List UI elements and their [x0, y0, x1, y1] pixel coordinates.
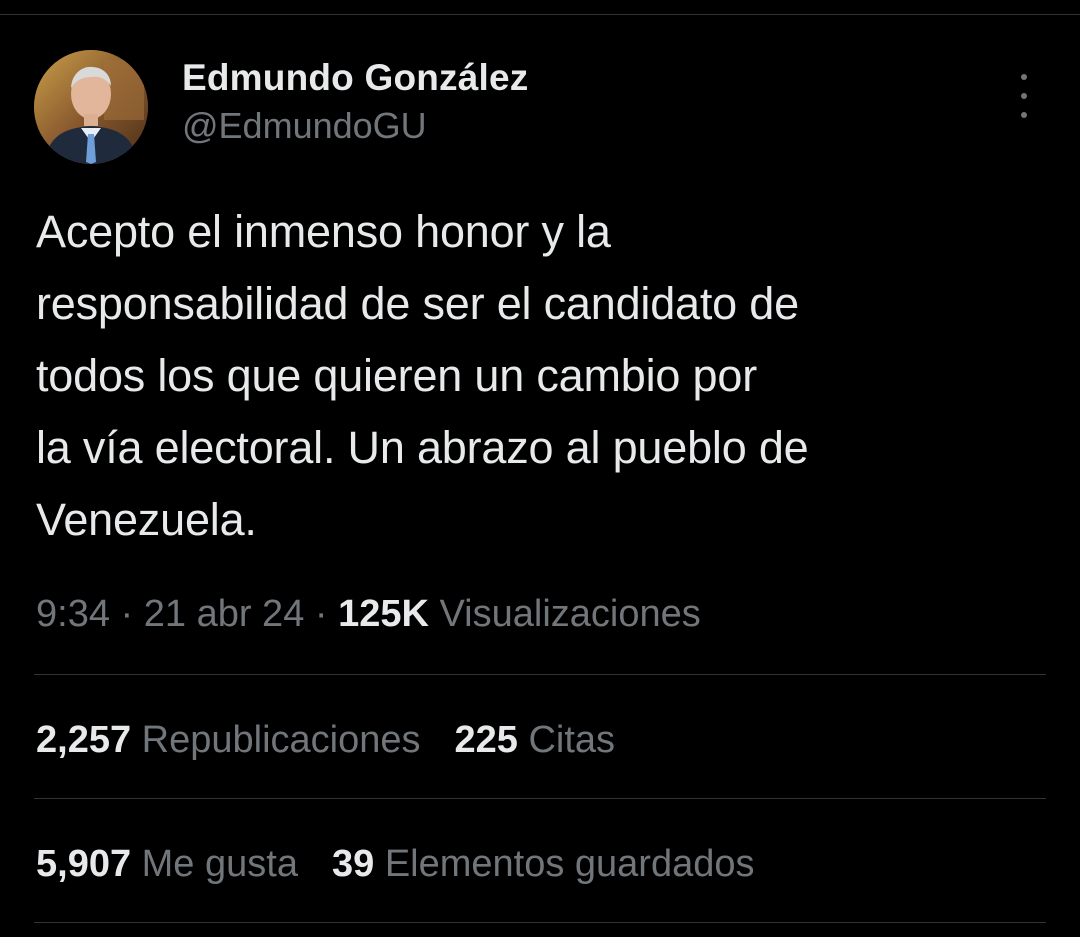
likes-stat[interactable]: 5,907 Me gusta — [36, 843, 298, 885]
quotes-count: 225 — [454, 719, 518, 761]
likes-count: 5,907 — [36, 843, 132, 885]
bookmarks-label: Elementos guardados — [384, 843, 755, 885]
bookmarks-stat[interactable]: 39 Elementos guardados — [332, 843, 755, 885]
likes-label: Me gusta — [141, 843, 298, 885]
stats-row-reposts: 2,257 Republicaciones 225 Citas — [36, 714, 649, 766]
user-info: Edmundo González @EdmundoGU — [182, 54, 528, 150]
more-options-icon[interactable] — [1012, 74, 1036, 118]
tweet-text-line: Acepto el inmenso honor y la — [36, 206, 611, 257]
profile-photo-image — [34, 50, 148, 164]
tweet-text: Acepto el inmenso honor y la responsabil… — [36, 196, 1046, 556]
top-divider — [0, 14, 1080, 15]
dot — [1021, 112, 1027, 118]
meta-separator: · — [304, 593, 339, 635]
tweet-text-line: la vía electoral. Un abrazo al pueblo de — [36, 422, 809, 473]
tweet-meta: 9:34 · 21 abr 24 · 125K Visualizaciones — [36, 588, 701, 640]
tweet-date[interactable]: 21 abr 24 — [144, 593, 305, 635]
tweet-header: Edmundo González @EdmundoGU — [34, 50, 1046, 166]
tweet-time[interactable]: 9:34 — [36, 593, 110, 635]
tweet-text-line: Venezuela. — [36, 494, 257, 545]
avatar[interactable] — [34, 50, 148, 164]
dot — [1021, 93, 1027, 99]
quotes-stat[interactable]: 225 Citas — [455, 719, 616, 761]
reposts-stat[interactable]: 2,257 Republicaciones — [36, 719, 421, 761]
dot — [1021, 74, 1027, 80]
divider — [34, 674, 1046, 675]
quotes-label: Citas — [528, 719, 616, 761]
views-label: Visualizaciones — [439, 593, 701, 635]
user-handle[interactable]: @EdmundoGU — [182, 102, 528, 150]
views-count: 125K — [338, 593, 429, 635]
display-name[interactable]: Edmundo González — [182, 54, 528, 102]
stats-row-likes: 5,907 Me gusta 39 Elementos guardados — [36, 838, 789, 890]
bookmarks-count: 39 — [331, 843, 375, 885]
meta-separator: · — [109, 593, 144, 635]
tweet-text-line: responsabilidad de ser el candidato de — [36, 278, 799, 329]
reposts-label: Republicaciones — [141, 719, 421, 761]
reposts-count: 2,257 — [36, 719, 132, 761]
divider — [34, 798, 1046, 799]
divider — [34, 922, 1046, 923]
tweet-text-line: todos los que quieren un cambio por — [36, 350, 757, 401]
